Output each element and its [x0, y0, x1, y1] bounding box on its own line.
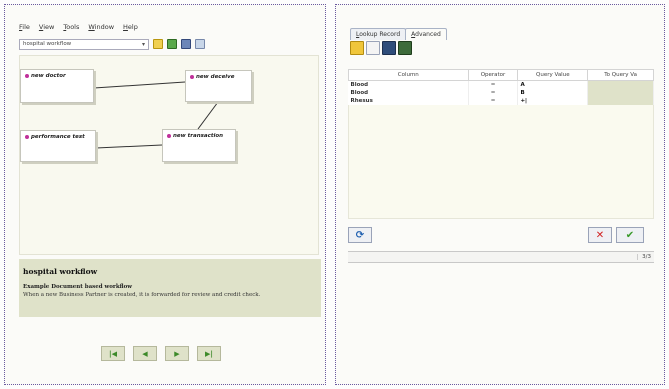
last-icon: ▶|: [205, 349, 213, 358]
workflow-node-performance-test[interactable]: performance test: [20, 130, 96, 162]
menu-view[interactable]: View: [39, 23, 54, 33]
query-grid: Column Operator Query Value To Query Va …: [348, 69, 654, 105]
new-icon[interactable]: [153, 39, 163, 49]
workflow-select[interactable]: hospital workflow ▾: [19, 38, 149, 50]
ok-button[interactable]: ✔: [616, 227, 644, 243]
last-button[interactable]: ▶|: [197, 346, 221, 361]
connector-deceive-transaction: [197, 101, 219, 130]
menu-bar: File View Tools Window Help: [19, 23, 138, 33]
cell-operator[interactable]: =: [468, 96, 519, 105]
lookup-tabs: Lookup Record Advanced: [350, 28, 447, 40]
record-count: 3/3: [637, 254, 651, 260]
table-row[interactable]: Blood = B: [348, 88, 654, 97]
first-button[interactable]: |◀: [101, 346, 125, 361]
column-header-column[interactable]: Column: [348, 69, 469, 81]
flag-icon[interactable]: [167, 39, 177, 49]
column-header-query-value[interactable]: Query Value: [517, 69, 589, 81]
cell-to-query-value[interactable]: [587, 96, 654, 105]
workflow-toolbar: hospital workflow ▾: [19, 38, 205, 50]
cell-to-query-value[interactable]: [587, 88, 654, 97]
previous-button[interactable]: ◀: [133, 346, 157, 361]
status-bar: 3/3: [348, 251, 654, 263]
node-dot-icon: [167, 133, 171, 138]
cancel-button[interactable]: ✕: [588, 227, 612, 243]
workflow-editor-panel: File View Tools Window Help hospital wor…: [4, 4, 326, 385]
workflow-canvas[interactable]: new doctor new deceive performance test …: [19, 55, 319, 255]
workflow-subtitle: Example Document based workflow: [23, 284, 133, 290]
tab-advanced[interactable]: Advanced: [405, 28, 447, 40]
menu-file[interactable]: File: [19, 23, 30, 33]
workflow-select-value: hospital workflow: [23, 40, 72, 47]
refresh-button[interactable]: ⟳: [348, 227, 372, 243]
cell-query-value[interactable]: B: [517, 88, 589, 97]
node-dot-icon: [190, 74, 194, 79]
cell-operator[interactable]: =: [468, 80, 519, 89]
lookup-toolbar: [350, 41, 412, 55]
close-icon: ✕: [595, 229, 605, 241]
workflow-navigation: |◀ ◀ ▶ ▶|: [101, 346, 221, 361]
node-label: new transaction: [173, 133, 224, 139]
workflow-description: When a new Business Partner is created, …: [23, 292, 261, 298]
workflow-node-new-deceive[interactable]: new deceive: [185, 70, 252, 102]
connector-performance-transaction: [95, 144, 163, 149]
menu-help[interactable]: Help: [123, 23, 138, 33]
menu-window[interactable]: Window: [88, 23, 114, 33]
next-button[interactable]: ▶: [165, 346, 189, 361]
table-row[interactable]: Rhesus = +|: [348, 96, 654, 105]
menu-tools[interactable]: Tools: [63, 23, 79, 33]
save-icon[interactable]: [181, 39, 191, 49]
column-header-to-query-value[interactable]: To Query Va: [587, 69, 654, 81]
refresh-icon: ⟳: [355, 229, 365, 241]
node-label: new deceive: [196, 74, 235, 80]
chevron-down-icon: ▾: [141, 40, 145, 48]
workflow-node-new-doctor[interactable]: new doctor: [20, 69, 94, 103]
workflow-info: hospital workflow Example Document based…: [19, 259, 321, 317]
cell-query-value[interactable]: A: [517, 80, 589, 89]
new-record-icon[interactable]: [366, 41, 380, 55]
column-header-operator[interactable]: Operator: [467, 69, 519, 81]
save-query-icon[interactable]: [382, 41, 396, 55]
find-icon[interactable]: [350, 41, 364, 55]
first-icon: |◀: [109, 349, 117, 358]
cell-column[interactable]: Rhesus: [348, 96, 469, 105]
cell-query-value[interactable]: +|: [517, 96, 589, 105]
cell-operator[interactable]: =: [468, 88, 519, 97]
cell-column[interactable]: Blood: [348, 88, 469, 97]
grid-icon[interactable]: [195, 39, 205, 49]
workflow-node-new-transaction[interactable]: new transaction: [162, 129, 236, 162]
node-label: performance test: [31, 134, 85, 140]
node-label: new doctor: [31, 73, 66, 79]
query-grid-background: [348, 103, 654, 219]
node-dot-icon: [25, 73, 29, 78]
workflow-title: hospital workflow: [23, 267, 98, 276]
previous-icon: ◀: [142, 349, 148, 358]
connector-doctor-deceive: [93, 81, 186, 89]
database-icon[interactable]: [398, 41, 412, 55]
cell-to-query-value[interactable]: [587, 80, 654, 89]
tab-lookup-record[interactable]: Lookup Record: [350, 28, 407, 40]
lookup-dialog-panel: Lookup Record Advanced Column Operator Q…: [335, 4, 665, 385]
table-row[interactable]: Blood = A: [348, 80, 654, 89]
next-icon: ▶: [174, 349, 180, 358]
check-icon: ✔: [625, 229, 635, 241]
node-dot-icon: [25, 134, 29, 139]
cell-column[interactable]: Blood: [348, 80, 469, 89]
